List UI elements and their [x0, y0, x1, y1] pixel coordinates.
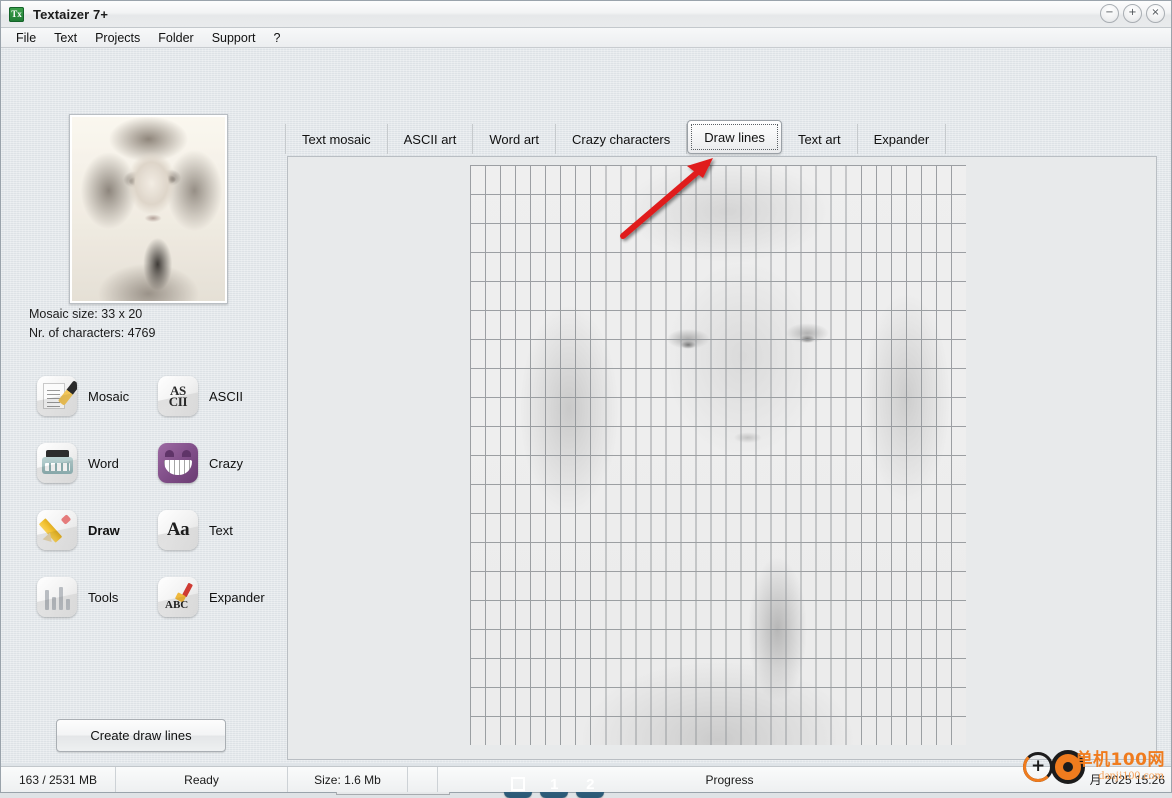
sidebar-label-ascii: ASCII: [209, 388, 243, 404]
sidebar-item-mosaic[interactable]: Mosaic: [37, 376, 129, 416]
sidebar-label-crazy: Crazy: [209, 455, 243, 471]
sidebar-item-draw[interactable]: Draw: [37, 510, 120, 550]
menu-item-help[interactable]: ?: [264, 29, 289, 47]
menu-item-text[interactable]: Text: [45, 29, 86, 47]
window-title: Textaizer 7+: [33, 6, 109, 22]
tab-ascii-art[interactable]: ASCII art: [388, 124, 474, 154]
tab-text-art[interactable]: Text art: [782, 124, 858, 154]
left-sidebar: Mosaic size: 33 x 20 Nr. of characters: …: [1, 48, 271, 763]
typewriter-icon: [37, 443, 77, 483]
status-memory: 163 / 2531 MB: [1, 767, 116, 792]
paintbrush-abc-icon: ABC: [158, 577, 198, 617]
sidebar-label-word: Word: [88, 455, 119, 471]
letter-aa-icon: Aa: [158, 510, 198, 550]
sidebar-item-text[interactable]: Aa Text: [158, 510, 233, 550]
ascii-icon: AS CII: [158, 376, 198, 416]
sidebar-item-ascii[interactable]: AS CII ASCII: [158, 376, 243, 416]
sidebar-label-mosaic: Mosaic: [88, 388, 130, 404]
menu-bar: File Text Projects Folder Support ?: [1, 28, 1171, 48]
mosaic-size-label: Mosaic size: 33 x 20: [29, 307, 143, 321]
zoom-2-icon: 2: [586, 775, 595, 793]
app-logo-icon: Tx: [9, 6, 24, 22]
sidebar-label-text: Text: [209, 522, 233, 538]
status-progress: Progress: [705, 772, 754, 787]
menu-item-support[interactable]: Support: [203, 29, 265, 47]
menu-item-file[interactable]: File: [7, 29, 45, 47]
smile-face-icon: [158, 443, 198, 483]
menu-item-projects[interactable]: Projects: [86, 29, 149, 47]
tab-crazy-characters[interactable]: Crazy characters: [556, 124, 688, 154]
create-draw-lines-button[interactable]: Create draw lines: [56, 719, 226, 752]
status-spacer: [408, 767, 438, 792]
pencil-icon: [37, 510, 77, 550]
tab-draw-lines[interactable]: Draw lines: [687, 120, 782, 154]
tab-strip: Text mosaic ASCII art Word art Crazy cha…: [285, 118, 947, 154]
status-state: Ready: [116, 767, 288, 792]
tab-word-art[interactable]: Word art: [473, 124, 556, 154]
status-time: 月 2025 15:26: [1089, 773, 1165, 787]
mosaic-grid-overlay: [470, 165, 966, 745]
sliders-icon: [37, 577, 77, 617]
sidebar-label-tools: Tools: [88, 589, 119, 605]
draw-lines-preview: [470, 165, 966, 745]
close-button[interactable]: ×: [1146, 4, 1165, 23]
maximize-button[interactable]: +: [1123, 4, 1142, 23]
source-image-thumbnail[interactable]: [69, 114, 228, 304]
main-body: Mosaic size: 33 x 20 Nr. of characters: …: [1, 48, 1171, 798]
application-window: Tx Textaizer 7+ − + × File Text Projects…: [0, 0, 1172, 798]
sidebar-item-crazy[interactable]: Crazy: [158, 443, 243, 483]
menu-item-folder[interactable]: Folder: [149, 29, 202, 47]
minimize-button[interactable]: −: [1100, 4, 1119, 23]
window-controls: − + ×: [1100, 4, 1165, 23]
right-panel: Text mosaic ASCII art Word art Crazy cha…: [273, 48, 1167, 798]
zoom-1-icon: 1: [550, 775, 559, 793]
sidebar-item-tools[interactable]: Tools: [37, 577, 118, 617]
sidebar-label-draw: Draw: [88, 522, 120, 538]
portrait-photo: [72, 117, 225, 301]
sidebar-label-expander: Expander: [209, 589, 265, 605]
sidebar-item-word[interactable]: Word: [37, 443, 119, 483]
status-file-size: Size: 1.6 Mb: [288, 767, 408, 792]
mosaic-icon: [37, 376, 77, 416]
tab-expander[interactable]: Expander: [858, 124, 947, 154]
title-bar: Tx Textaizer 7+ − + ×: [1, 1, 1171, 28]
preview-canvas[interactable]: [287, 156, 1157, 760]
character-count-label: Nr. of characters: 4769: [29, 326, 156, 340]
fit-screen-icon: [511, 777, 526, 791]
tab-text-mosaic[interactable]: Text mosaic: [285, 124, 388, 154]
sidebar-item-expander[interactable]: ABC Expander: [158, 577, 265, 617]
